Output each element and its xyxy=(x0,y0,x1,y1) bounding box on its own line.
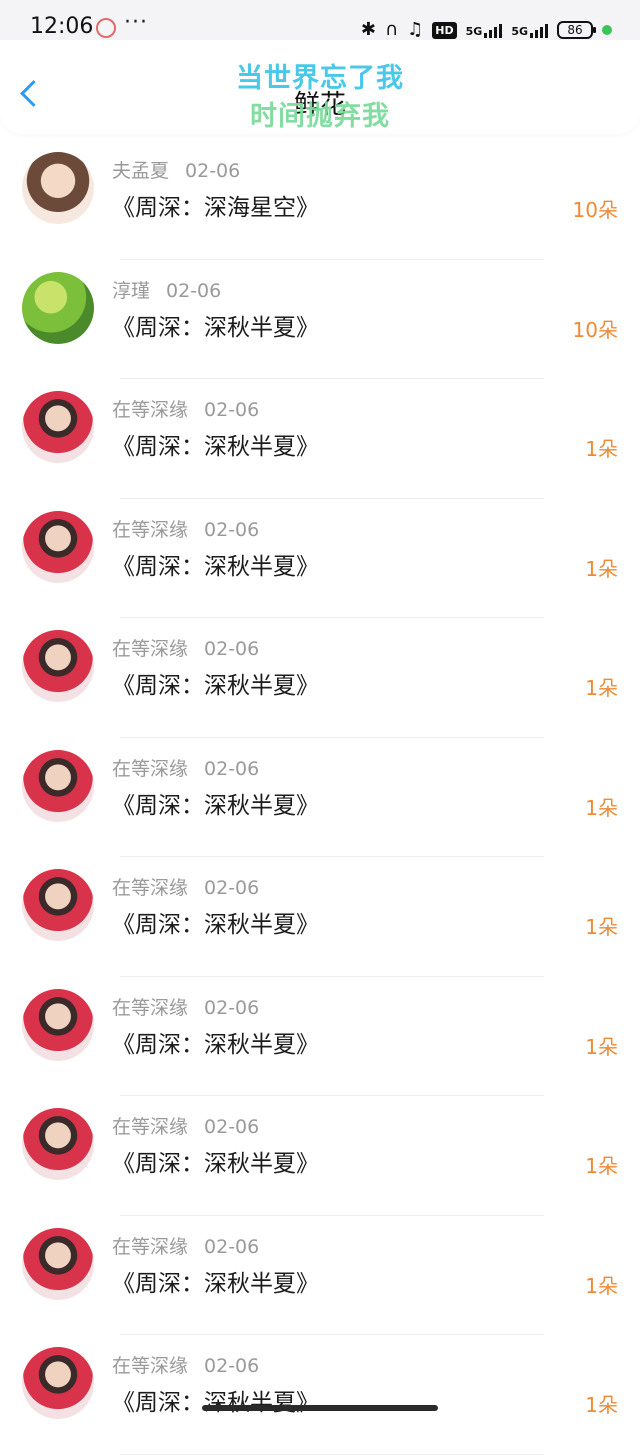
list-item[interactable]: 在等深缘 02-06 《周深：深秋半夏》 1朵 xyxy=(0,499,640,618)
item-title: 《周深：深秋半夏》 xyxy=(112,434,319,460)
flower-count: 1朵 xyxy=(585,795,618,820)
item-meta: 在等深缘 02-06 xyxy=(112,1232,259,1259)
signal-icon-2: 5G xyxy=(511,22,548,38)
user-name[interactable]: 在等深缘 xyxy=(112,758,188,780)
item-date: 02-06 xyxy=(204,877,260,899)
item-date: 02-06 xyxy=(204,1116,260,1138)
item-title: 《周深：深秋半夏》 xyxy=(112,673,319,699)
item-title: 《周深：深秋半夏》 xyxy=(112,912,319,938)
flower-count: 10朵 xyxy=(572,198,618,222)
item-date: 02-06 xyxy=(204,638,260,660)
list-item[interactable]: 在等深缘 02-06 《周深：深秋半夏》 1朵 xyxy=(0,379,640,499)
avatar[interactable] xyxy=(22,630,94,702)
item-title: 《周深：深海星空》 xyxy=(112,195,319,221)
flower-count: 1朵 xyxy=(585,437,618,461)
hd-icon: HD xyxy=(432,21,457,39)
flower-count: 1朵 xyxy=(585,1273,618,1298)
more-notifications-icon: ··· xyxy=(124,10,148,35)
item-meta: 在等深缘 02-06 xyxy=(112,754,259,781)
list-item[interactable]: 在等深缘 02-06 《周深：深秋半夏》 1朵 xyxy=(0,1216,640,1335)
item-title: 《周深：深秋半夏》 xyxy=(112,1390,319,1416)
item-title: 《周深：深秋半夏》 xyxy=(112,1151,319,1177)
bluetooth-icon: ✱ xyxy=(360,19,376,40)
user-name[interactable]: 淳瑾 xyxy=(112,280,150,302)
avatar[interactable] xyxy=(22,988,94,1061)
lyric-overlay-line2: 时间抛弃我 xyxy=(250,101,390,132)
list-item[interactable]: 夫孟夏 02-06 《周深：深海星空》 10朵 xyxy=(0,140,640,260)
list-item[interactable]: 在等深缘 02-06 《周深：深秋半夏》 1朵 xyxy=(0,618,640,738)
item-date: 02-06 xyxy=(204,518,260,541)
avatar[interactable] xyxy=(22,1108,94,1180)
battery-icon: 86 xyxy=(557,21,596,39)
home-indicator[interactable] xyxy=(202,1405,438,1411)
user-name[interactable]: 在等深缘 xyxy=(112,399,188,421)
item-meta: 在等深缘 02-06 xyxy=(112,1351,259,1378)
avatar[interactable] xyxy=(22,510,94,583)
avatar[interactable] xyxy=(22,1227,94,1300)
item-title: 《周深：深秋半夏》 xyxy=(112,1031,319,1058)
user-name[interactable]: 在等深缘 xyxy=(112,1236,188,1258)
list-item[interactable]: 在等深缘 02-06 《周深：深秋半夏》 1朵 xyxy=(0,1335,640,1455)
status-time: 12:06 xyxy=(30,14,94,39)
item-meta: 在等深缘 02-06 xyxy=(112,993,259,1020)
list-item[interactable]: 在等深缘 02-06 《周深：深秋半夏》 1朵 xyxy=(0,1096,640,1216)
item-title: 《周深：深秋半夏》 xyxy=(112,553,319,580)
user-name[interactable]: 在等深缘 xyxy=(112,1116,188,1138)
user-name[interactable]: 在等深缘 xyxy=(112,519,188,541)
avatar[interactable] xyxy=(22,271,94,344)
item-date: 02-06 xyxy=(204,996,260,1019)
item-title: 《周深：深秋半夏》 xyxy=(112,792,319,819)
app-notification-icon xyxy=(96,18,116,38)
item-meta: 夫孟夏 02-06 xyxy=(112,156,240,183)
list-item[interactable]: 在等深缘 02-06 《周深：深秋半夏》 1朵 xyxy=(0,738,640,857)
item-date: 02-06 xyxy=(204,399,260,421)
avatar[interactable] xyxy=(22,869,94,941)
item-meta: 在等深缘 02-06 xyxy=(112,873,259,900)
item-date: 02-06 xyxy=(204,757,260,780)
flower-count: 1朵 xyxy=(585,556,618,581)
network-type-1: 5G xyxy=(465,25,483,38)
user-name[interactable]: 夫孟夏 xyxy=(112,160,169,182)
signal-icon-1: 5G xyxy=(466,22,503,38)
item-date: 02-06 xyxy=(166,279,222,302)
item-meta: 在等深缘 02-06 xyxy=(112,1112,259,1139)
avatar[interactable] xyxy=(22,749,94,822)
item-date: 02-06 xyxy=(204,1355,260,1377)
user-name[interactable]: 在等深缘 xyxy=(112,638,188,660)
item-meta: 在等深缘 02-06 xyxy=(112,395,259,422)
avatar[interactable] xyxy=(22,1347,94,1419)
flower-list: 夫孟夏 02-06 《周深：深海星空》 10朵 淳瑾 02-06 《周深：深秋半夏》 10朵在… xyxy=(0,140,640,1455)
user-name[interactable]: 在等深缘 xyxy=(112,877,188,899)
item-title: 《周深：深秋半夏》 xyxy=(112,1270,319,1297)
divider xyxy=(120,1453,544,1455)
earbuds-icon: ∩ xyxy=(384,19,399,40)
flower-count: 10朵 xyxy=(572,317,618,342)
item-date: 02-06 xyxy=(204,1235,260,1258)
privacy-indicator-icon xyxy=(602,25,612,35)
item-meta: 淳瑾 02-06 xyxy=(112,276,221,303)
item-date: 02-06 xyxy=(185,160,241,182)
flower-count: 1朵 xyxy=(585,1034,618,1059)
flower-count: 1朵 xyxy=(585,1393,618,1417)
avatar[interactable] xyxy=(22,152,94,224)
page-header: 鲜花 当世界忘了我 时间抛弃我 xyxy=(0,40,640,134)
list-item[interactable]: 在等深缘 02-06 《周深：深秋半夏》 1朵 xyxy=(0,857,640,977)
list-item[interactable]: 淳瑾 02-06 《周深：深秋半夏》 10朵 xyxy=(0,260,640,379)
list-item[interactable]: 在等深缘 02-06 《周深：深秋半夏》 1朵 xyxy=(0,977,640,1096)
flower-count: 1朵 xyxy=(585,676,618,700)
user-name[interactable]: 在等深缘 xyxy=(112,1355,188,1377)
network-type-2: 5G xyxy=(511,25,528,38)
user-name[interactable]: 在等深缘 xyxy=(112,997,188,1019)
avatar[interactable] xyxy=(22,391,94,463)
item-meta: 在等深缘 02-06 xyxy=(112,515,259,542)
item-meta: 在等深缘 02-06 xyxy=(112,634,259,661)
item-title: 《周深：深秋半夏》 xyxy=(112,314,319,341)
flower-count: 1朵 xyxy=(585,915,618,939)
mute-bell-icon: ♫ xyxy=(407,19,424,40)
flower-count: 1朵 xyxy=(585,1154,618,1178)
lyric-overlay-line1: 当世界忘了我 xyxy=(236,63,404,94)
